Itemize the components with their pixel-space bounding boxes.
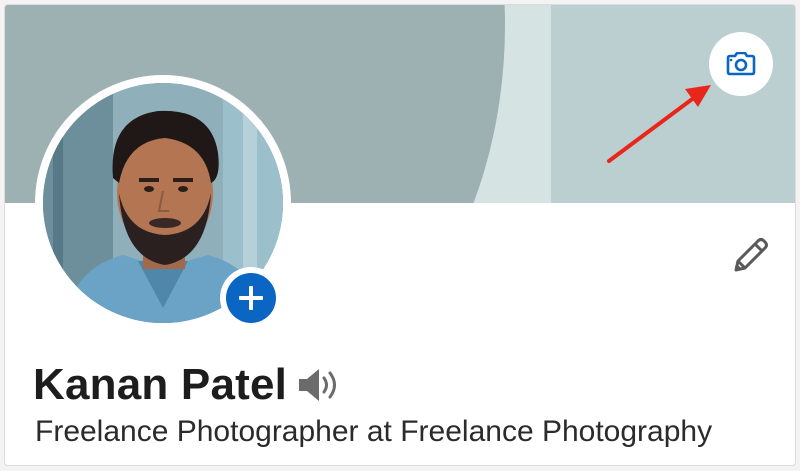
- add-photo-button[interactable]: [220, 267, 282, 329]
- profile-name: Kanan Patel: [33, 360, 288, 409]
- pencil-icon: [734, 238, 768, 272]
- profile-headline: Freelance Photographer at Freelance Phot…: [35, 415, 713, 448]
- name-pronunciation-button[interactable]: [297, 367, 343, 403]
- name-row: Kanan Patel: [33, 355, 343, 415]
- edit-profile-button[interactable]: [723, 229, 777, 283]
- add-photo-button-inner: [226, 273, 276, 323]
- speaker-icon: [299, 369, 337, 401]
- camera-icon: [726, 52, 756, 76]
- plus-icon: [239, 286, 263, 310]
- edit-banner-button[interactable]: [709, 32, 773, 96]
- profile-card: Kanan Patel Freelance Photographer at Fr…: [4, 4, 796, 466]
